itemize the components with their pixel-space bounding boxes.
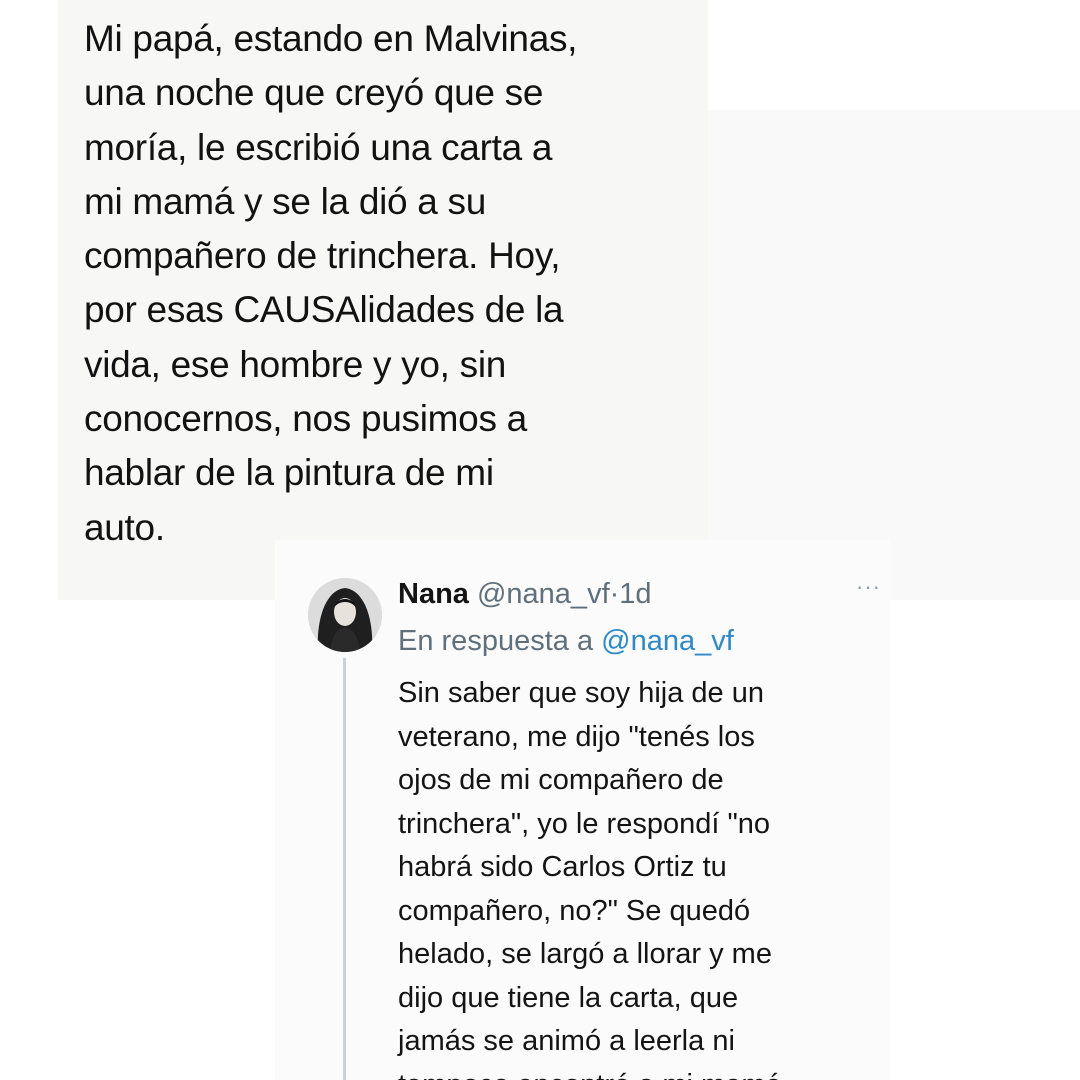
tweet-text-line: conocernos, nos pusimos a: [84, 398, 527, 440]
separator-dot: ·: [609, 578, 620, 610]
tweet-text-line: compañero de trinchera. Hoy,: [84, 235, 561, 277]
main-tweet-text: Mi papá, estando en Malvinas, una noche …: [84, 12, 684, 555]
reply-text-line: dijo que tiene la carta, que: [398, 981, 739, 1014]
mention-link[interactable]: @nana_vf: [601, 625, 734, 657]
reply-tweet[interactable]: Nana @nana_vf·1d ··· En respuesta a @nan…: [308, 572, 888, 1080]
tweet-text-line: Mi papá, estando en Malvinas,: [84, 18, 578, 59]
reply-text-line: helado, se largó a llorar y me: [398, 938, 772, 970]
reply-text-line: ojos de mi compañero de: [398, 764, 724, 796]
tweet-text-line: mi mamá y se la dió a su: [84, 180, 487, 222]
user-handle[interactable]: @nana_vf: [477, 578, 610, 610]
avatar[interactable]: [308, 578, 382, 652]
reply-text-line: compañero, no?" Se quedó: [398, 894, 751, 927]
screenshot-canvas: Mi papá, estando en Malvinas, una noche …: [0, 0, 1080, 1080]
reply-text-line: tampoco encontró a mi mamá: [398, 1064, 868, 1080]
reply-context-prefix: En respuesta a: [398, 625, 602, 657]
display-name[interactable]: Nana: [398, 578, 469, 610]
more-options-icon[interactable]: ···: [856, 574, 881, 600]
tweet-text-line: moría, le escribió una carta a: [84, 126, 553, 168]
tweet-text-line: hablar de la pintura de mi: [84, 452, 494, 494]
tweet-text-line: auto.: [84, 506, 165, 548]
tweet-text-line: una noche que creyó que se: [84, 72, 544, 114]
thread-connector-line: [343, 658, 346, 1080]
reply-header: Nana @nana_vf·1d: [398, 576, 652, 612]
reply-text-line: Sin saber que soy hija de un: [398, 677, 764, 709]
user-photo-icon: [308, 578, 382, 652]
reply-text-line: veterano, me dijo "tenés los: [398, 720, 755, 753]
reply-text-line: trinchera", yo le respondí "no: [398, 807, 771, 840]
background-tint: [708, 110, 1080, 600]
reply-text: Sin saber que soy hija de un veterano, m…: [398, 672, 868, 1080]
tweet-text-line: por esas CAUSAlidades de la: [84, 289, 564, 331]
timestamp[interactable]: 1d: [619, 578, 651, 610]
reply-text-line: jamás se animó a leerla ni: [398, 1025, 735, 1057]
tweet-text-line: vida, ese hombre y yo, sin: [84, 343, 507, 385]
reply-context: En respuesta a @nana_vf: [398, 623, 734, 659]
reply-text-line: habrá sido Carlos Ortiz tu: [398, 851, 727, 883]
